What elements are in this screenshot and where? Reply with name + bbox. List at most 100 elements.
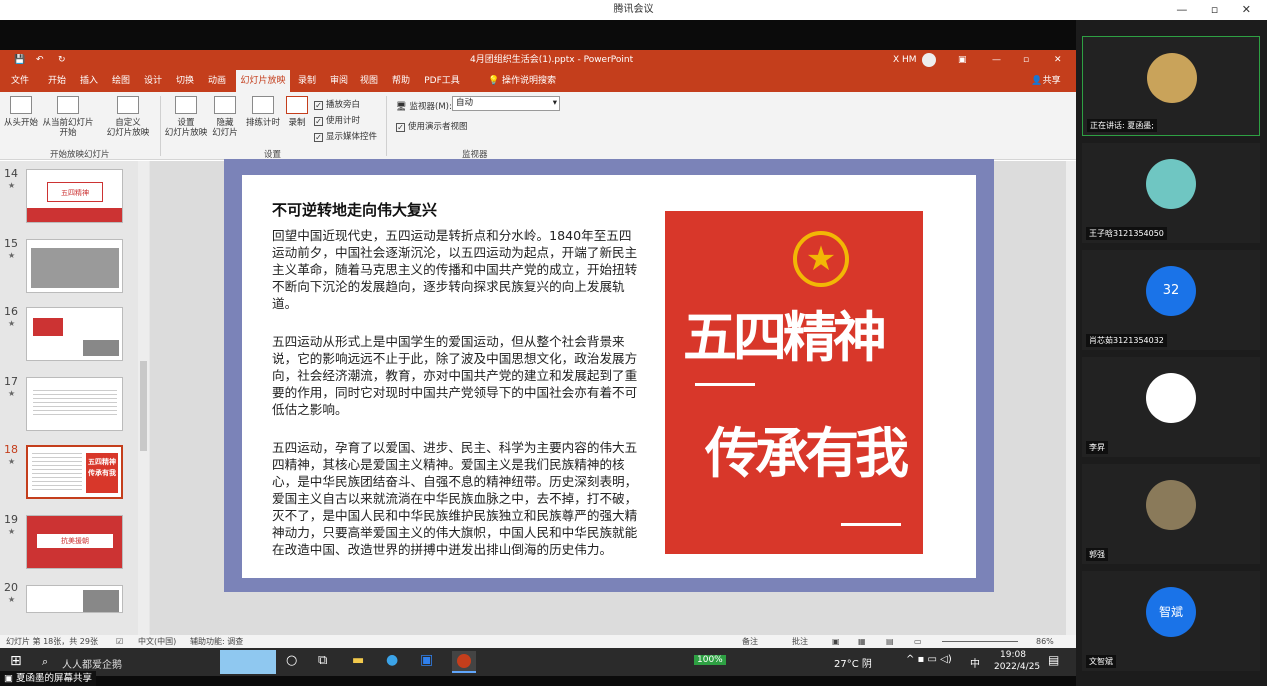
participant-tile[interactable]: 郭强 <box>1082 464 1260 564</box>
narration-checkbox[interactable]: ✓ 播放旁白 <box>314 98 360 110</box>
tab-draw[interactable]: 绘图 <box>108 70 134 92</box>
slide-thumbnail[interactable]: 抗美援朝 <box>26 515 123 569</box>
zoom-slider[interactable] <box>942 641 1018 642</box>
from-current-button[interactable]: 从当前幻灯片 开始 <box>42 96 94 138</box>
tab-record[interactable]: 录制 <box>294 70 320 92</box>
participant-tile[interactable]: 李昇 <box>1082 357 1260 457</box>
hide-slide-button[interactable]: 隐藏 幻灯片 <box>210 96 240 138</box>
current-slide: 不可逆转地走向伟大复兴 回望中国近现代史，五四运动是转折点和分水岭。1840年至… <box>224 159 994 592</box>
tab-view[interactable]: 视图 <box>356 70 382 92</box>
participant-tile[interactable]: 智斌 文智斌 <box>1082 571 1260 671</box>
ime-indicator[interactable]: 中 <box>970 655 980 670</box>
spellcheck-icon[interactable]: ☑ <box>116 635 123 648</box>
tab-file[interactable]: 文件 <box>8 70 32 92</box>
minimize-icon[interactable]: — <box>992 50 1001 70</box>
record-icon <box>286 96 308 114</box>
share-button[interactable]: 👤共享 <box>1026 70 1066 92</box>
search-highlight-image <box>220 650 276 674</box>
ribbon-display-icon[interactable]: ▣ <box>958 50 967 70</box>
notification-icon[interactable]: ▤ <box>1048 653 1059 667</box>
thumb-text-lines <box>32 453 82 491</box>
notes-button[interactable]: 备注 <box>742 635 758 648</box>
slide-thumbnail[interactable] <box>26 377 123 431</box>
slide-thumbnail[interactable] <box>26 585 123 613</box>
tab-home[interactable]: 开始 <box>44 70 70 92</box>
tab-transitions[interactable]: 切换 <box>172 70 198 92</box>
setup-slideshow-icon <box>175 96 197 114</box>
clock-date[interactable]: 2022/4/25 <box>994 662 1040 672</box>
weather-widget[interactable]: 27°C 阴 <box>834 655 872 670</box>
close-icon[interactable]: ✕ <box>1054 50 1062 70</box>
setup-slideshow-button[interactable]: 设置 幻灯片放映 <box>164 96 208 138</box>
tab-animations[interactable]: 动画 <box>204 70 230 92</box>
media-controls-checkbox[interactable]: ✓ 显示媒体控件 <box>314 130 377 142</box>
participant-tile[interactable]: 正在讲话: 夏函墨; <box>1082 36 1260 136</box>
checkmark-icon: ✓ <box>396 123 405 132</box>
rehearse-timings-button[interactable]: 排练计时 <box>244 96 282 128</box>
media-controls-label: 显示媒体控件 <box>326 132 378 142</box>
slide-thumbnail[interactable]: 五四精神 <box>26 169 123 223</box>
custom-label-1: 自定义 <box>115 118 141 128</box>
accessibility[interactable]: 辅助功能: 调查 <box>190 635 243 648</box>
slide-sorter-icon[interactable]: ▦ <box>858 635 866 648</box>
redo-icon[interactable]: ↻ <box>58 50 66 70</box>
tab-pdf[interactable]: PDF工具 <box>420 70 464 92</box>
participant-tile[interactable]: 王子晗3121354050 <box>1082 143 1260 243</box>
thumb-title: 五四精神 <box>47 182 103 202</box>
reading-view-icon[interactable]: ▤ <box>886 635 894 648</box>
windows-start-icon[interactable]: ⊞ <box>10 653 22 669</box>
cortana-icon[interactable]: ○ <box>286 653 297 668</box>
user-avatar[interactable] <box>922 53 936 67</box>
powerpoint-taskbar-button[interactable] <box>452 651 476 673</box>
tray-icons[interactable]: ^ ▪ ▭ ◁) <box>906 654 952 665</box>
status-bar: 幻灯片 第 18张，共 29张 ☑ 中文(中国) 辅助功能: 调查 备注 批注 … <box>0 635 1076 648</box>
editor-scrollbar[interactable] <box>1066 161 1076 635</box>
thumb-photo <box>83 340 119 356</box>
comments-button[interactable]: 批注 <box>792 635 808 648</box>
hide-label-1: 隐藏 <box>216 118 234 128</box>
share-label: 共享 <box>1042 76 1061 86</box>
tab-slideshow[interactable]: 幻灯片放映 <box>236 70 290 92</box>
meeting-title: 腾讯会议 <box>613 4 654 15</box>
task-view-icon[interactable]: ⧉ <box>318 653 327 668</box>
undo-icon[interactable]: ↶ <box>36 50 44 70</box>
record-button[interactable]: 录制 <box>284 96 310 128</box>
scrollbar-thumb[interactable] <box>140 361 147 451</box>
share-indicator-icon: ▣ <box>4 673 13 684</box>
participant-name: 正在讲话: 夏函墨; <box>1087 119 1157 132</box>
custom-slideshow-button[interactable]: 自定义 幻灯片放映 <box>102 96 154 138</box>
edge-icon[interactable]: ● <box>386 652 398 668</box>
restore-icon[interactable]: ▫ <box>1023 50 1029 70</box>
normal-view-icon[interactable]: ▣ <box>832 635 840 648</box>
slide-thumbnail[interactable] <box>26 239 123 293</box>
taskbar-search[interactable]: 人人都爱企鹅 <box>62 656 122 671</box>
presenter-view-checkbox[interactable]: ✓ 使用演示者视图 <box>396 120 468 132</box>
tab-insert[interactable]: 插入 <box>76 70 102 92</box>
slideshow-view-icon[interactable]: ▭ <box>914 635 922 648</box>
battery-indicator[interactable]: 100% <box>694 655 726 665</box>
search-icon[interactable]: ⌕ <box>42 655 48 669</box>
participant-name: 肖芯茹3121354032 <box>1086 334 1167 347</box>
slide-thumbnail-selected[interactable]: 五四精神 传承有我 <box>26 445 123 499</box>
window-controls[interactable]: — ▫ ✕ <box>1176 0 1261 20</box>
zoom-level[interactable]: 86% <box>1036 635 1054 648</box>
tab-design[interactable]: 设计 <box>140 70 166 92</box>
monitor-label-text: 监视器(M): <box>409 102 452 112</box>
from-start-label: 从头开始 <box>4 118 39 128</box>
tab-help[interactable]: 帮助 <box>388 70 414 92</box>
clock-time[interactable]: 19:08 <box>1000 650 1026 660</box>
slide-thumbnail[interactable] <box>26 307 123 361</box>
tab-review[interactable]: 审阅 <box>326 70 352 92</box>
monitor-select[interactable]: 自动 ▾ <box>452 96 560 111</box>
participant-tile[interactable]: 32 肖芯茹3121354032 <box>1082 250 1260 350</box>
from-start-button[interactable]: 从头开始 <box>4 96 38 128</box>
thumb-title: 五四精神 传承有我 <box>86 453 118 493</box>
timing-checkbox[interactable]: ✓ 使用计时 <box>314 114 360 126</box>
file-explorer-icon[interactable]: ▬ <box>352 653 364 668</box>
participant-name: 文智斌 <box>1086 655 1116 668</box>
save-icon[interactable]: 💾 <box>14 50 25 70</box>
language[interactable]: 中文(中国) <box>138 635 176 648</box>
thumbnail-scrollbar[interactable] <box>138 161 149 635</box>
meeting-app-icon[interactable]: ▣ <box>420 652 433 668</box>
tell-me-search[interactable]: 💡 操作说明搜索 <box>474 70 570 92</box>
